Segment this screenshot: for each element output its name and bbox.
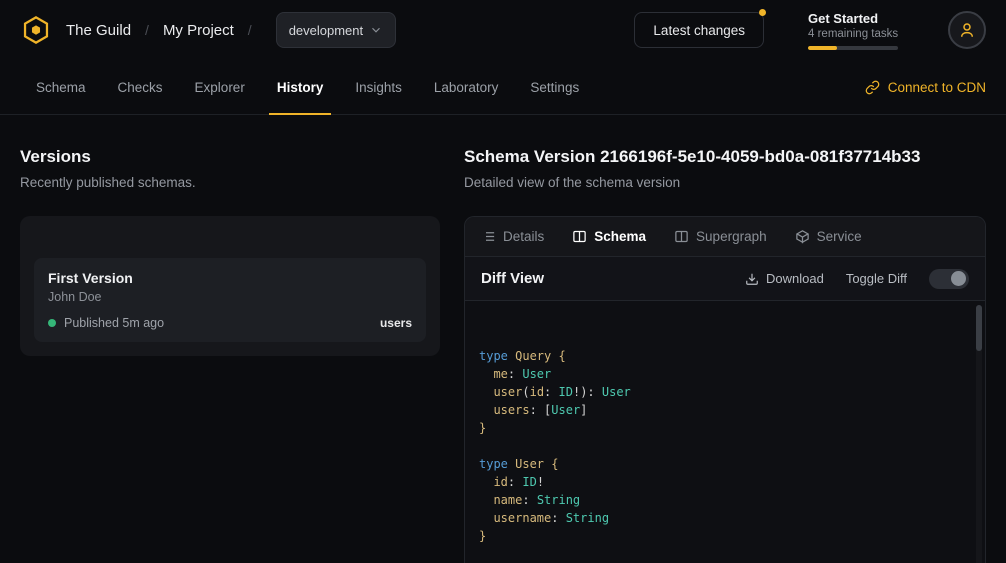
service-icon bbox=[795, 229, 810, 244]
environment-selector[interactable]: development bbox=[276, 12, 396, 48]
code-line bbox=[479, 437, 965, 455]
breadcrumb-org[interactable]: The Guild bbox=[66, 22, 131, 39]
scrollbar-thumb[interactable] bbox=[976, 305, 982, 351]
code-line: } bbox=[479, 527, 965, 545]
diff-view-title: Diff View bbox=[481, 270, 544, 287]
detail-tab-service[interactable]: Service bbox=[795, 229, 862, 244]
get-started-progress bbox=[808, 46, 898, 50]
user-icon bbox=[958, 21, 976, 39]
toggle-diff-switch[interactable] bbox=[929, 269, 969, 289]
nav-tab-insights[interactable]: Insights bbox=[339, 60, 418, 114]
nav-tabs: SchemaChecksExplorerHistoryInsightsLabor… bbox=[20, 60, 595, 114]
code-line: user(id: ID!): User bbox=[479, 383, 965, 401]
nav-tab-laboratory[interactable]: Laboratory bbox=[418, 60, 515, 114]
hive-logo-icon[interactable] bbox=[20, 14, 52, 46]
list-icon bbox=[481, 229, 496, 244]
download-label: Download bbox=[766, 271, 824, 286]
latest-changes-label: Latest changes bbox=[653, 23, 745, 38]
nav-tab-checks[interactable]: Checks bbox=[102, 60, 179, 114]
versions-list: First Version John Doe Published 5m ago use… bbox=[34, 258, 426, 342]
main-content: Versions Recently published schemas. Fir… bbox=[0, 115, 1006, 563]
detail-tab-supergraph[interactable]: Supergraph bbox=[674, 229, 767, 244]
code-line: id: ID! bbox=[479, 473, 965, 491]
version-detail-title: Schema Version 2166196f-5e10-4059-bd0a-0… bbox=[464, 147, 986, 167]
schema-icon bbox=[572, 229, 587, 244]
avatar[interactable] bbox=[948, 11, 986, 49]
code-line: type Query { bbox=[479, 347, 965, 365]
code-line: } bbox=[479, 419, 965, 437]
breadcrumb-separator: / bbox=[145, 22, 149, 38]
toggle-diff-knob bbox=[951, 271, 966, 286]
version-detail-panel: Details Schema Supergraph Service Diff View… bbox=[464, 216, 986, 563]
version-name: First Version bbox=[48, 270, 412, 286]
nav-tab-explorer[interactable]: Explorer bbox=[179, 60, 261, 114]
toggle-diff-label: Toggle Diff bbox=[846, 271, 907, 286]
nav-tab-schema[interactable]: Schema bbox=[20, 60, 102, 114]
breadcrumb-project[interactable]: My Project bbox=[163, 22, 234, 39]
nav-tab-history[interactable]: History bbox=[261, 60, 340, 114]
code-line: me: User bbox=[479, 365, 965, 383]
chevron-down-icon bbox=[369, 23, 383, 37]
detail-tab-details[interactable]: Details bbox=[481, 229, 544, 244]
code-lines: type Query { me: User user(id: ID!): Use… bbox=[479, 347, 965, 545]
connect-to-cdn-link[interactable]: Connect to CDN bbox=[865, 60, 986, 114]
schema-code-view[interactable]: type Query { me: User user(id: ID!): Use… bbox=[465, 301, 985, 563]
code-line: type User { bbox=[479, 455, 965, 473]
get-started-title: Get Started bbox=[808, 11, 904, 26]
diff-view-header: Diff View Download Toggle Diff bbox=[465, 257, 985, 301]
published-status-dot bbox=[48, 319, 56, 327]
download-button[interactable]: Download bbox=[745, 271, 824, 286]
nav-tab-settings[interactable]: Settings bbox=[514, 60, 595, 114]
main-nav: SchemaChecksExplorerHistoryInsightsLabor… bbox=[0, 60, 1006, 115]
code-line: name: String bbox=[479, 491, 965, 509]
version-status: Published 5m ago bbox=[64, 316, 164, 330]
download-icon bbox=[745, 272, 759, 286]
version-service-badge: users bbox=[380, 316, 412, 330]
breadcrumb-separator: / bbox=[248, 22, 252, 38]
link-icon bbox=[865, 80, 880, 95]
latest-changes-button[interactable]: Latest changes bbox=[634, 12, 764, 48]
top-header: The Guild / My Project / development Lat… bbox=[0, 0, 1006, 60]
version-author: John Doe bbox=[48, 290, 412, 304]
environment-selector-value: development bbox=[289, 23, 363, 38]
version-detail-section: Schema Version 2166196f-5e10-4059-bd0a-0… bbox=[464, 147, 986, 563]
versions-card: First Version John Doe Published 5m ago use… bbox=[20, 216, 440, 356]
versions-section: Versions Recently published schemas. Fir… bbox=[20, 147, 440, 563]
supergraph-icon bbox=[674, 229, 689, 244]
version-list-item[interactable]: First Version John Doe Published 5m ago use… bbox=[34, 258, 426, 342]
detail-tabs: Details Schema Supergraph Service bbox=[465, 217, 985, 257]
versions-title: Versions bbox=[20, 147, 440, 167]
code-line: users: [User] bbox=[479, 401, 965, 419]
version-detail-subtitle: Detailed view of the schema version bbox=[464, 175, 986, 190]
notification-dot bbox=[759, 9, 766, 16]
get-started-widget[interactable]: Get Started 4 remaining tasks bbox=[808, 11, 904, 50]
code-line: username: String bbox=[479, 509, 965, 527]
code-scrollbar bbox=[976, 305, 982, 563]
versions-subtitle: Recently published schemas. bbox=[20, 175, 440, 190]
detail-tab-schema[interactable]: Schema bbox=[572, 229, 646, 244]
get-started-subtitle: 4 remaining tasks bbox=[808, 28, 904, 40]
get-started-progress-fill bbox=[808, 46, 837, 50]
connect-to-cdn-label: Connect to CDN bbox=[888, 80, 986, 95]
